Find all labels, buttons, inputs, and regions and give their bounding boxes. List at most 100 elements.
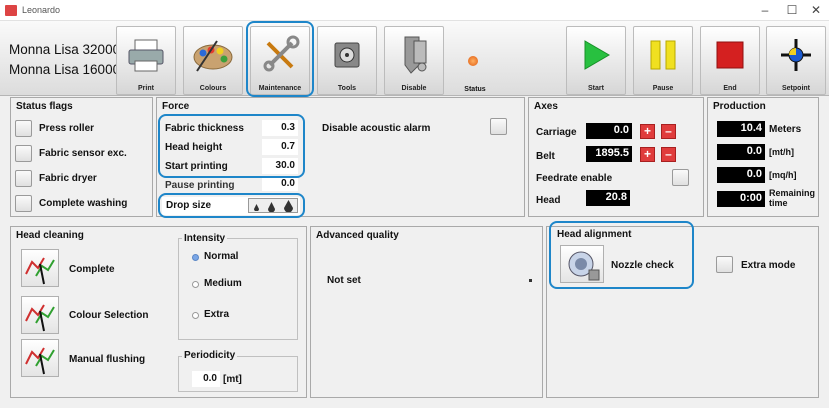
complete-cleaning-label: Complete — [69, 264, 115, 275]
carriage-minus-button[interactable]: – — [661, 124, 676, 139]
intensity-medium-radio[interactable] — [192, 281, 199, 288]
complete-washing-checkbox[interactable] — [15, 195, 32, 212]
production-title: Production — [713, 101, 766, 112]
force-title: Force — [162, 101, 190, 112]
intensity-title: Intensity — [182, 233, 228, 244]
highlight-force-values — [158, 114, 305, 178]
colours-button[interactable]: Colours — [183, 26, 243, 95]
meters-unit: Meters — [769, 124, 802, 135]
head-cleaning-title: Head cleaning — [16, 230, 84, 241]
periodicity-unit: [mt] — [223, 374, 242, 385]
tools-label: Tools — [337, 85, 357, 92]
advanced-quality-panel: Advanced quality — [310, 226, 543, 398]
end-label: End — [723, 85, 737, 92]
fabric-sensor-checkbox[interactable] — [15, 145, 32, 162]
colour-selection-button[interactable] — [21, 296, 59, 334]
title-bar — [0, 0, 829, 21]
meters-value: 10.4 — [717, 121, 765, 137]
stop-icon — [701, 33, 759, 77]
carriage-value: 0.0 — [586, 123, 632, 139]
complete-washing-label: Complete washing — [39, 198, 128, 209]
disable-alarm-checkbox[interactable] — [490, 118, 507, 135]
carriage-label: Carriage — [536, 127, 577, 138]
extra-mode-checkbox[interactable] — [716, 256, 733, 273]
disable-button[interactable]: Disable — [384, 26, 444, 95]
mt-h-unit: [mt/h] — [769, 147, 794, 157]
fabric-dryer-label: Fabric dryer — [39, 173, 97, 184]
belt-label: Belt — [536, 151, 555, 162]
pause-printing-label: Pause printing — [165, 180, 235, 191]
fabric-sensor-label: Fabric sensor exc. — [39, 148, 127, 159]
belt-value: 1895.5 — [586, 146, 632, 162]
cleaning-nozzle-icon — [25, 304, 55, 332]
printer-icon — [117, 33, 175, 77]
intensity-medium-label: Medium — [204, 278, 242, 289]
press-roller-checkbox[interactable] — [15, 120, 32, 137]
carriage-plus-button[interactable]: + — [640, 124, 655, 139]
start-button[interactable]: Start — [566, 26, 626, 95]
minimize-button[interactable]: – — [752, 2, 778, 18]
status-button[interactable]: Status — [449, 26, 501, 95]
remaining-time-label: Remaining time — [769, 188, 816, 208]
mq-h-value: 0.0 — [717, 167, 765, 183]
printer-item-32000[interactable]: Monna Lisa 32000 — [9, 42, 120, 57]
setpoint-button[interactable]: Setpoint — [766, 26, 826, 95]
belt-minus-button[interactable]: – — [661, 147, 676, 162]
complete-cleaning-button[interactable] — [21, 249, 59, 287]
advanced-quality-select[interactable]: Not set — [327, 275, 361, 286]
maximize-button[interactable]: ☐ — [779, 2, 805, 18]
manual-flushing-button[interactable] — [21, 339, 59, 377]
cleaning-nozzle-icon — [25, 347, 55, 375]
intensity-normal-radio[interactable] — [192, 254, 199, 261]
disable-label: Disable — [401, 85, 427, 92]
setpoint-label: Setpoint — [782, 85, 810, 92]
intensity-extra-radio[interactable] — [192, 312, 199, 319]
press-roller-label: Press roller — [39, 123, 95, 134]
pause-icon — [634, 33, 692, 77]
mq-h-unit: [mq/h] — [769, 170, 797, 180]
status-led-icon — [468, 56, 478, 66]
highlight-drop-size — [158, 193, 305, 218]
feedrate-label: Feedrate enable — [536, 173, 613, 184]
app-logo-icon — [5, 5, 17, 16]
manual-flushing-label: Manual flushing — [69, 354, 146, 365]
print-label: Print — [138, 85, 154, 92]
intensity-extra-label: Extra — [204, 309, 230, 320]
mt-h-value: 0.0 — [717, 144, 765, 160]
periodicity-title: Periodicity — [182, 350, 238, 361]
status-flags-title: Status flags — [16, 101, 73, 112]
colours-label: Colours — [199, 85, 227, 92]
intensity-normal-label: Normal — [204, 251, 239, 262]
feedrate-checkbox[interactable] — [672, 169, 689, 186]
pause-label: Pause — [652, 85, 674, 92]
printer-item-16000[interactable]: Monna Lisa 16000 — [9, 62, 120, 77]
printhead-disable-icon — [385, 33, 443, 77]
palette-icon — [184, 33, 242, 77]
extra-mode-label: Extra mode — [741, 260, 796, 271]
tools-icon — [318, 33, 376, 77]
start-label: Start — [588, 85, 604, 92]
periodicity-field[interactable]: 0.0 — [192, 371, 220, 387]
belt-plus-button[interactable]: + — [640, 147, 655, 162]
head-value: 20.8 — [586, 190, 630, 206]
crosshair-setpoint-icon — [767, 33, 825, 77]
cleaning-nozzle-icon — [25, 257, 55, 285]
advanced-quality-title: Advanced quality — [316, 230, 399, 241]
axes-title: Axes — [534, 101, 558, 112]
dropdown-arrow-icon[interactable] — [529, 279, 532, 282]
close-button[interactable]: ✕ — [803, 2, 829, 18]
fabric-dryer-checkbox[interactable] — [15, 170, 32, 187]
highlight-head-alignment — [549, 221, 694, 289]
head-label: Head — [536, 195, 561, 206]
remaining-time-value: 0:00 — [717, 191, 765, 207]
pause-printing-field[interactable]: 0.0 — [262, 178, 298, 191]
highlight-maintenance — [246, 21, 314, 97]
window-title: Leonardo — [22, 5, 61, 15]
play-icon — [567, 33, 625, 77]
status-label: Status — [464, 86, 486, 93]
print-button[interactable]: Print — [116, 26, 176, 95]
disable-alarm-label: Disable acoustic alarm — [322, 123, 431, 134]
tools-button[interactable]: Tools — [317, 26, 377, 95]
pause-button[interactable]: Pause — [633, 26, 693, 95]
end-button[interactable]: End — [700, 26, 760, 95]
